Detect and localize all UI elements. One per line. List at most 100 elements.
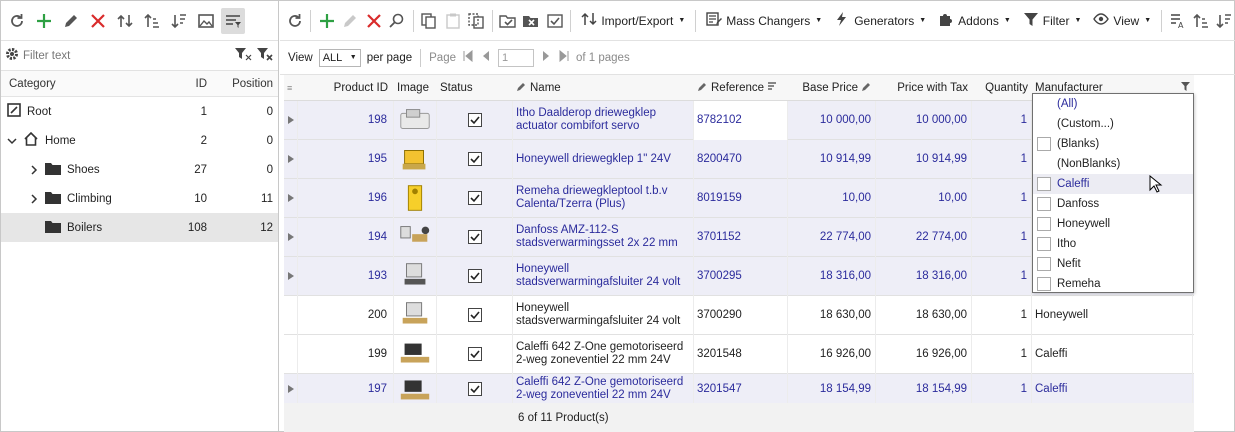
delete-icon[interactable] (363, 8, 384, 34)
row-indicator-icon[interactable] (284, 295, 298, 335)
reference-cell[interactable]: 3700295 (694, 256, 788, 296)
status-checkbox[interactable] (467, 381, 482, 396)
import-export-menu[interactable]: Import/Export ▼ (576, 8, 690, 34)
column-header-id[interactable]: ID (179, 78, 208, 90)
column-header-price-with-tax[interactable]: Price with Tax (876, 82, 972, 94)
generators-menu[interactable]: Generators ▼ (829, 8, 931, 34)
status-checkbox[interactable] (467, 347, 482, 361)
edit-pencil-icon[interactable] (59, 8, 83, 34)
filter-option[interactable]: Itho (1033, 234, 1193, 254)
column-header-base-price[interactable]: Base Price (788, 81, 876, 95)
row-menu-icon[interactable]: ≡ (284, 83, 298, 93)
quantity-cell[interactable]: 1 (972, 256, 1032, 296)
status-checkbox[interactable] (467, 191, 482, 205)
product-image-cell[interactable] (394, 139, 437, 179)
price-with-tax-cell[interactable]: 16 926,00 (876, 334, 972, 374)
column-header-quantity[interactable]: Quantity (972, 82, 1032, 94)
chevron-down-icon[interactable] (7, 136, 17, 146)
status-cell[interactable] (437, 139, 513, 179)
base-price-cell[interactable]: 10,00 (788, 178, 876, 218)
column-header-product-id[interactable]: Product ID (298, 82, 394, 94)
base-price-cell[interactable]: 10 914,99 (788, 139, 876, 179)
column-header-category[interactable]: Category (1, 78, 179, 90)
status-checkbox[interactable] (467, 113, 482, 127)
option-checkbox[interactable] (1037, 137, 1051, 151)
next-page-icon[interactable] (540, 50, 552, 65)
addons-menu[interactable]: Addons ▼ (933, 8, 1016, 34)
product-id-cell[interactable]: 198 (298, 100, 394, 140)
name-cell[interactable]: Itho Daalderop driewegklep actuator comb… (513, 100, 694, 140)
status-cell[interactable] (437, 256, 513, 296)
product-id-cell[interactable]: 194 (298, 217, 394, 257)
quantity-cell[interactable]: 1 (972, 334, 1032, 374)
product-id-cell[interactable]: 199 (298, 334, 394, 374)
unassign-category-icon[interactable] (521, 8, 542, 34)
row-indicator-icon[interactable] (284, 256, 298, 296)
option-checkbox[interactable] (1037, 257, 1051, 271)
product-id-cell[interactable]: 195 (298, 139, 394, 179)
column-header-position[interactable]: Position (207, 78, 273, 90)
table-row[interactable]: 200 Honeywell stadsverwarmingafsluiter 2… (284, 295, 1194, 335)
move-up-down-icon[interactable] (113, 8, 137, 34)
status-cell[interactable] (437, 178, 513, 218)
quantity-cell[interactable]: 1 (972, 217, 1032, 257)
name-cell[interactable]: Remeha driewegkleptool t.b.v Calenta/Tze… (513, 178, 694, 218)
copy-icon[interactable] (419, 8, 440, 34)
product-image-cell[interactable] (394, 100, 437, 140)
tree-row-boilers[interactable]: Boilers 108 12 (1, 213, 278, 242)
status-cell[interactable] (437, 217, 513, 257)
price-with-tax-cell[interactable]: 10,00 (876, 178, 972, 218)
filter-option[interactable]: Remeha (1033, 274, 1193, 294)
name-cell[interactable]: Caleffi 642 Z-One gemotoriseerd 2-weg zo… (513, 334, 694, 374)
product-image-cell[interactable] (394, 334, 437, 374)
column-header-image[interactable]: Image (394, 81, 437, 95)
product-id-cell[interactable]: 200 (298, 295, 394, 335)
sort-ascending-icon[interactable] (1190, 8, 1211, 34)
first-page-icon[interactable] (462, 49, 474, 65)
page-number-input[interactable] (497, 48, 534, 67)
status-checkbox[interactable] (467, 230, 482, 244)
status-checkbox[interactable] (467, 152, 482, 166)
view-menu[interactable]: View ▼ (1088, 8, 1156, 34)
reference-cell[interactable]: 8019159 (694, 178, 788, 218)
sort-descending-icon[interactable] (1214, 8, 1235, 34)
column-header-name[interactable]: Name (513, 81, 694, 95)
prev-page-icon[interactable] (480, 50, 492, 65)
filter-settings-icon[interactable] (234, 47, 252, 64)
status-cell[interactable] (437, 295, 513, 335)
price-with-tax-cell[interactable]: 18 316,00 (876, 256, 972, 296)
quantity-cell[interactable]: 1 (972, 295, 1032, 335)
quantity-cell[interactable]: 1 (972, 139, 1032, 179)
option-checkbox[interactable] (1037, 217, 1051, 231)
option-checkbox[interactable] (1037, 197, 1051, 211)
table-row[interactable]: 197 Caleffi 642 Z-One gemotoriseerd 2-we… (284, 369, 1194, 408)
sort-ascending-icon[interactable] (140, 8, 164, 34)
add-icon[interactable] (32, 8, 56, 34)
quantity-cell[interactable]: 1 (972, 178, 1032, 218)
name-cell[interactable]: Danfoss AMZ-112-S stadsverwarmingsset 2x… (513, 217, 694, 257)
per-page-select[interactable]: ALL ▼ (318, 48, 361, 67)
move-to-category-icon[interactable] (497, 8, 518, 34)
option-checkbox[interactable] (1037, 277, 1051, 291)
chevron-right-icon[interactable] (29, 193, 39, 204)
price-with-tax-cell[interactable]: 10 914,99 (876, 139, 972, 179)
product-image-cell[interactable] (394, 295, 437, 335)
quantity-cell[interactable]: 1 (972, 100, 1032, 140)
filter-menu[interactable]: Filter ▼ (1018, 8, 1087, 34)
row-indicator-icon[interactable] (284, 334, 298, 374)
image-icon[interactable] (194, 8, 218, 34)
row-indicator-icon[interactable] (284, 178, 298, 218)
base-price-cell[interactable]: 18 316,00 (788, 256, 876, 296)
filter-option[interactable]: (All) (1033, 94, 1193, 114)
filter-option[interactable]: (Blanks) (1033, 134, 1193, 154)
tree-row-shoes[interactable]: Shoes 27 0 (1, 155, 278, 184)
column-header-status[interactable]: Status (437, 82, 513, 94)
sort-descending-icon[interactable] (167, 8, 191, 34)
manufacturer-cell[interactable]: Honeywell (1032, 295, 1193, 335)
column-header-manufacturer[interactable]: Manufacturer (1032, 81, 1193, 94)
reference-cell[interactable]: 8782102 (694, 100, 788, 140)
delete-icon[interactable] (86, 8, 110, 34)
filter-option[interactable]: (Custom...) (1033, 114, 1193, 134)
status-checkbox[interactable] (467, 269, 482, 283)
price-with-tax-cell[interactable]: 10 000,00 (876, 100, 972, 140)
